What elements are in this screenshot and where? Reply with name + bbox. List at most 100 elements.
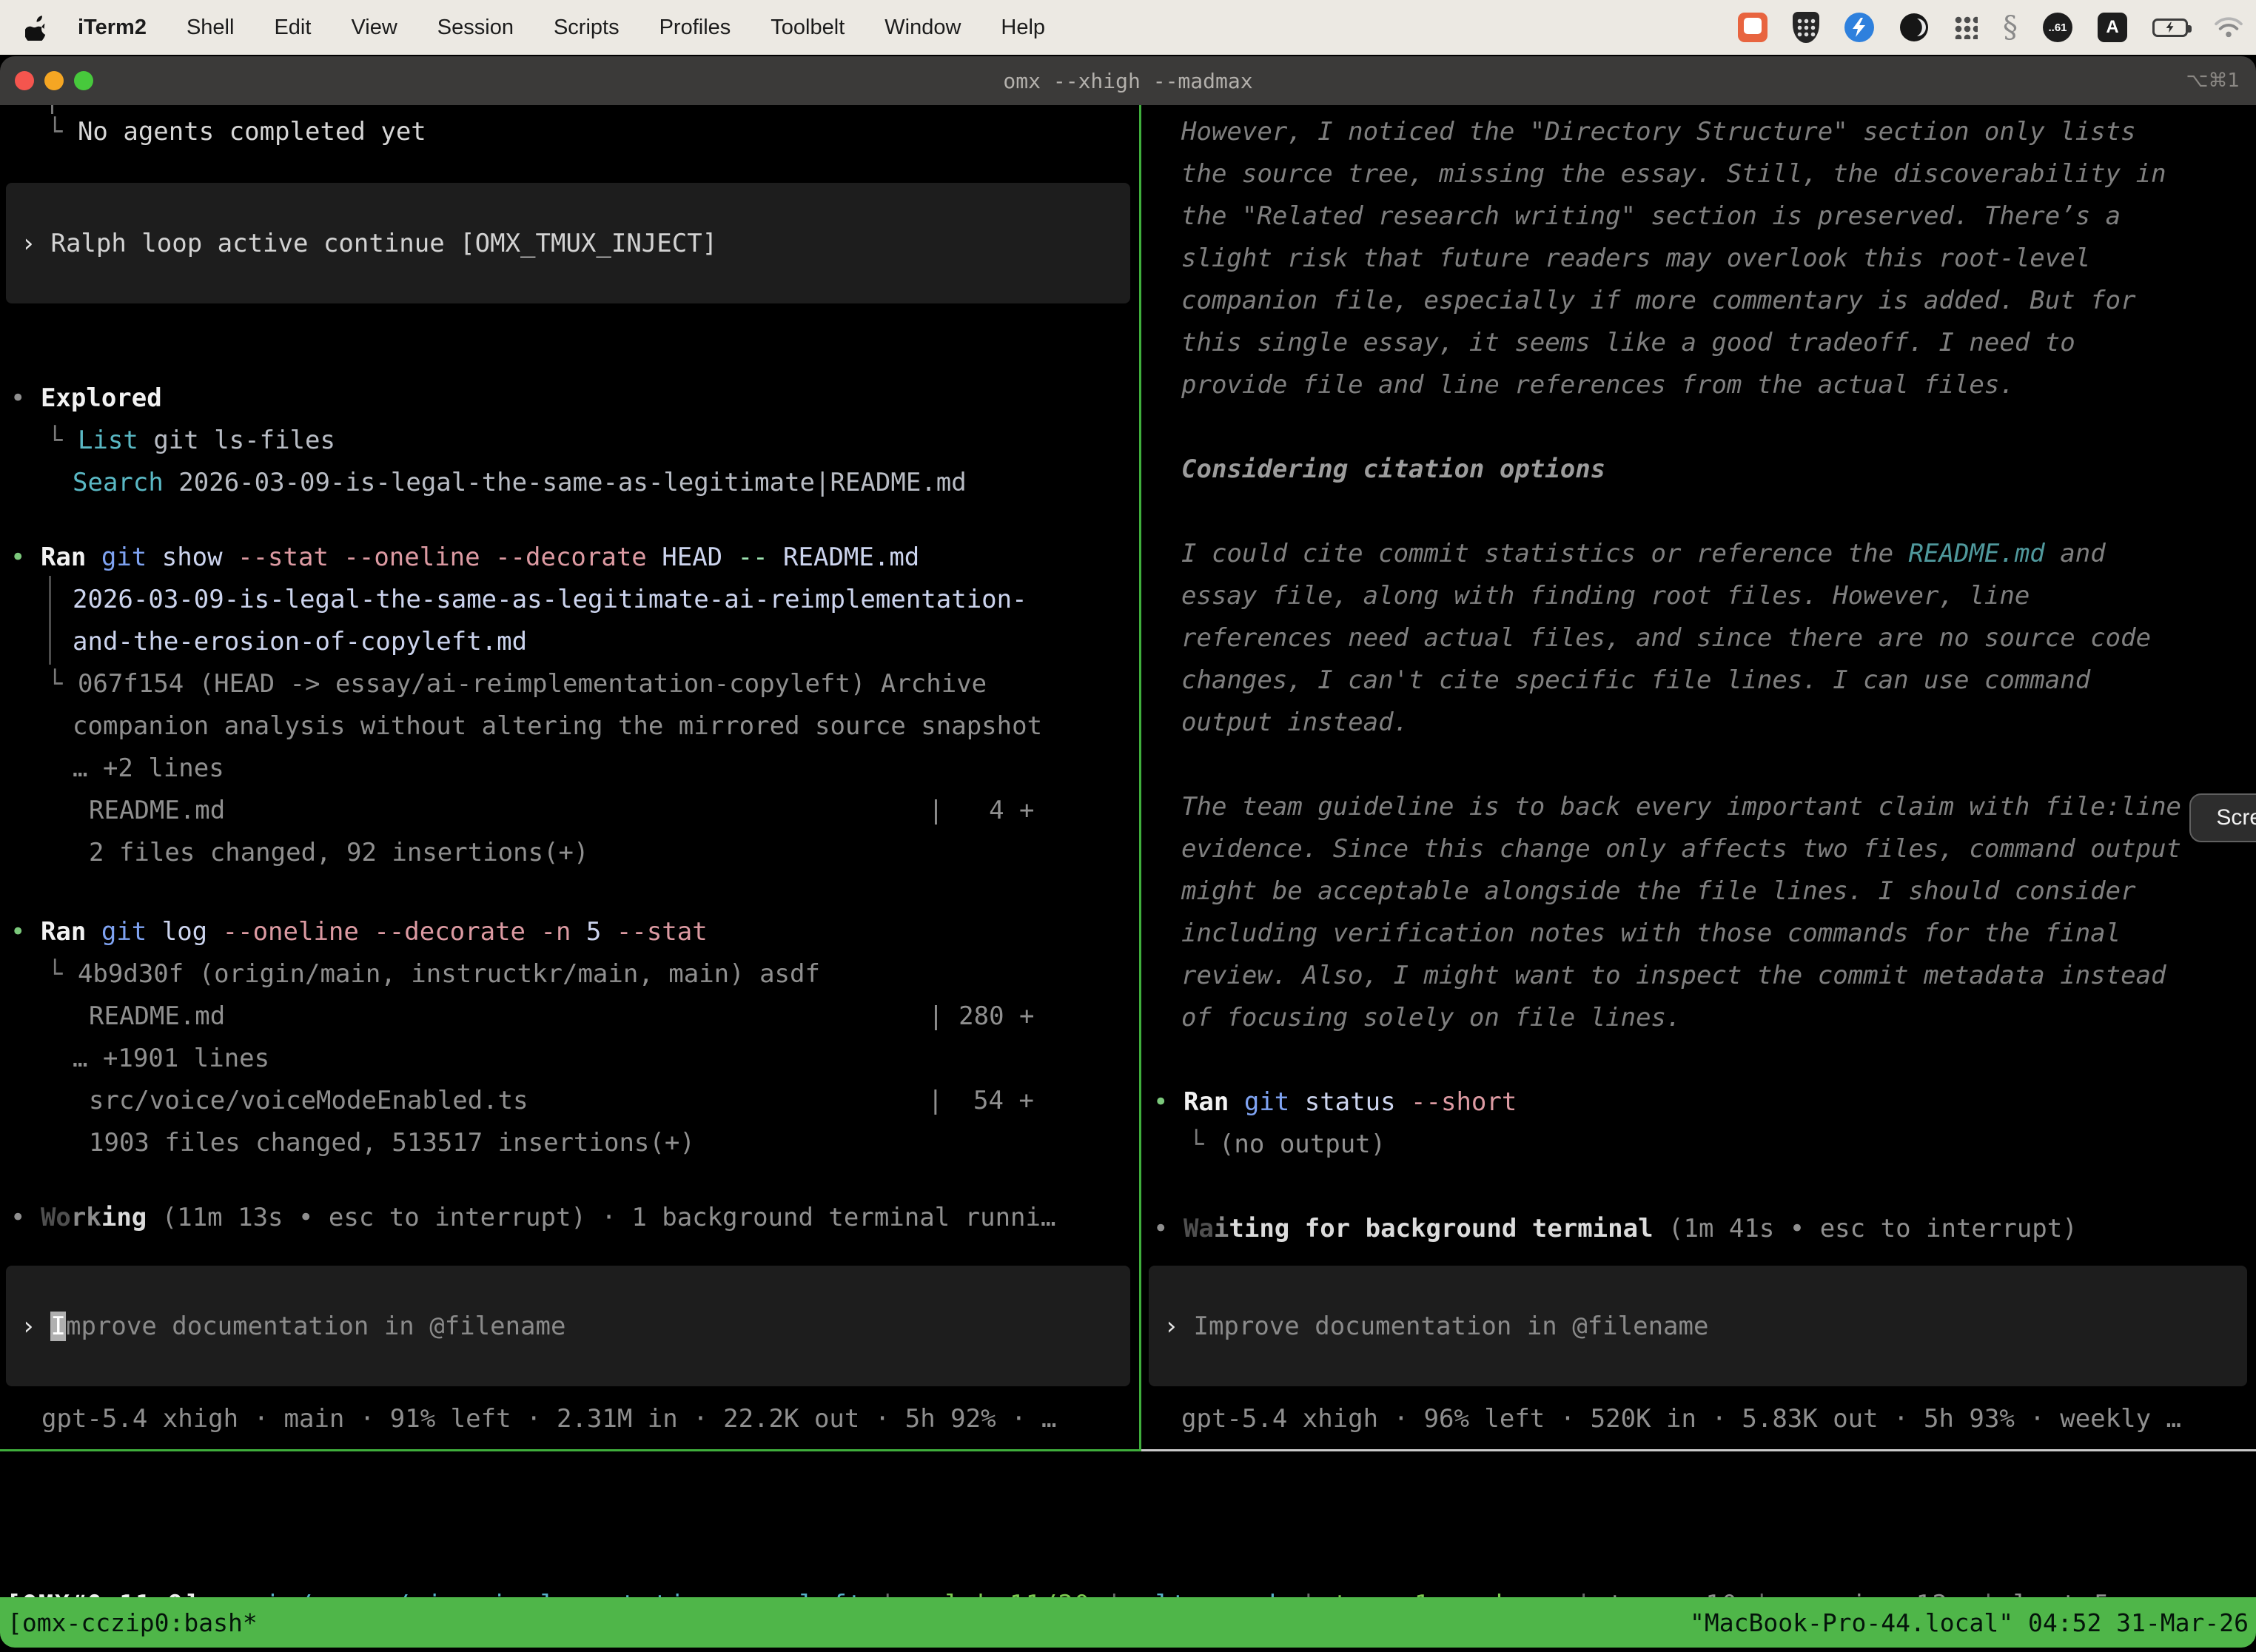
text-segment: essay file, along with finding root file… [1181,581,2030,611]
terminal-line: and-the-erosion-of-copyleft.md [73,621,1139,663]
text-segment: 1903 files changed, 513517 insertions(+) [89,1128,695,1158]
text-segment: src/voice/voiceModeEnabled.ts [89,1086,528,1115]
menu-item-iterm2[interactable]: iTerm2 [58,16,167,39]
terminal-line: companion file, especially if more comme… [1181,280,2256,322]
battery-charging-icon[interactable] [2152,19,2188,37]
text-segment: the "Related research writing" section i… [1181,201,2121,231]
squiggle-icon[interactable]: § [2003,13,2018,42]
text-segment: gpt-5.4 xhigh · 96% left · 520K in · 5.8… [1181,1404,2181,1434]
terminal-line: • Waiting for background terminal (1m 41… [1153,1208,2256,1250]
terminal-line: I could cite commit statistics or refere… [1181,533,2256,575]
text-segment: … +2 lines [73,753,224,783]
text-segment: However, I noticed the "Directory Struct… [1181,117,2136,147]
text-segment: gpt-5.4 xhigh · main · 91% left · 2.31M … [41,1404,1056,1434]
text-segment: I could cite commit statistics or refere… [1181,539,1909,568]
text-segment: Ran [1184,1087,1244,1117]
text-segment: No agents completed yet [78,117,426,147]
prompt-chevron-icon: › [21,1312,36,1341]
menu-item-edit[interactable]: Edit [254,16,331,39]
text-segment: The team guideline is to back every impo… [1181,792,2181,822]
text-segment: ing [101,1203,147,1232]
prompt-input[interactable]: ›Improve documentation in @filename [1149,1266,2247,1386]
text-segment: README.md [89,796,225,825]
menu-item-toolbelt[interactable]: Toolbelt [751,16,865,39]
terminal-line: provide file and line references from th… [1181,364,2256,406]
terminal-line: Search 2026-03-09-is-legal-the-same-as-l… [73,462,1139,504]
text-segment: (11m 13s • esc to interrupt) · 1 backgro… [147,1203,1055,1232]
menu-item-scripts[interactable]: Scripts [534,16,639,39]
text-segment: Wo [41,1203,71,1232]
agent-banner[interactable]: ›Ralph loop active continue [OMX_TMUX_IN… [6,183,1130,303]
terminal-line: However, I noticed the "Directory Struct… [1181,111,2256,153]
text-segment: • [1153,1087,1184,1117]
keyboard-layout-a-icon[interactable]: A [2098,13,2127,42]
apple-logo-icon[interactable] [25,14,47,41]
blue-badge-icon[interactable] [1844,13,1874,42]
terminal-line: review. Also, I might want to inspect th… [1181,955,2256,997]
menu-item-view[interactable]: View [331,16,417,39]
terminal-line: • Ran git log --oneline --decorate -n 5 … [10,911,1139,953]
menu-status-icons: § ..61 A [1738,0,2244,55]
tmux-status-bar: [omx-cczip0:bash* "MacBook-Pro-44.local"… [0,1597,2256,1648]
text-segment: | 54 + [928,1086,1034,1115]
pane-divider[interactable] [1139,105,1141,1449]
terminal-line: 2 files changed, 92 insertions(+) [89,832,1139,874]
prompt-input[interactable]: ›Improve documentation in @filename [6,1266,1130,1386]
moon-circle-icon[interactable] [1899,13,1929,42]
chat-app-icon[interactable] [1738,13,1767,42]
terminal-line: • Ran git status --short [1153,1081,2256,1124]
text-segment: git ls-files [138,426,335,455]
dots-grid-icon[interactable] [1954,16,1978,39]
menu-item-session[interactable]: Session [417,16,534,39]
text-segment: --oneline --decorate [223,917,541,947]
battery-percent-badge[interactable]: ..61 [2043,13,2072,42]
terminal-line: … +1901 lines [73,1038,1139,1080]
text-segment: and [2045,539,2106,568]
text-segment: the source tree, missing the essay. Stil… [1181,159,2166,189]
text-segment: show [162,543,238,572]
text-segment: (no output) [1219,1129,1386,1159]
text-segment: README.md [89,1001,225,1031]
menu-item-shell[interactable]: Shell [167,16,255,39]
text-segment: README.md [1909,539,2045,568]
terminal: └ No agents completed yet ›Ralph loop act… [0,105,2256,1652]
menu-bar: iTerm2ShellEditViewSessionScriptsProfile… [0,0,2256,55]
terminal-line: └ (no output) [1189,1124,2256,1166]
terminal-line: └ No agents completed yet [47,111,1139,153]
menu-item-profiles[interactable]: Profiles [639,16,751,39]
text-segment: | 280 + [928,1001,1034,1031]
text-segment: companion analysis without altering the … [73,711,1042,741]
right-agent-pane[interactable]: However, I noticed the "Directory Struct… [1143,105,2256,1449]
text-segment: git [101,917,162,947]
prompt-chevron-icon: › [21,229,36,258]
terminal-line: └ 4b9d30f (origin/main, instructkr/main,… [47,953,1139,995]
terminal-line: • Explored [10,377,1139,420]
text-segment: Ran [41,543,101,572]
text-segment: README.md [783,543,919,572]
text-segment: └ [47,117,78,147]
text-segment: companion file, especially if more comme… [1181,286,2136,315]
window-title: omx --xhigh --madmax [0,56,2256,105]
shield-grid-icon[interactable] [1793,12,1819,43]
text-segment: └ [1189,1129,1219,1159]
menu-item-help[interactable]: Help [981,16,1065,39]
wifi-icon[interactable] [2213,16,2244,39]
text-segment: references need actual files, and since … [1181,623,2151,653]
right-pane-bottom-border [1141,1449,2256,1451]
text-segment: git [1244,1087,1305,1117]
terminal-line: • Ran git show --stat --oneline --decora… [10,537,1139,579]
text-segment: status [1305,1087,1411,1117]
terminal-line: essay file, along with finding root file… [1181,575,2256,617]
text-segment: including verification notes with those … [1181,919,2121,948]
text-segment: Ran [41,917,101,947]
text-segment: output instead. [1181,708,1409,737]
left-agent-pane[interactable]: └ No agents completed yet ›Ralph loop act… [0,105,1139,1449]
left-pane-bottom-border [0,1449,1141,1451]
text-cursor: I [50,1312,65,1341]
text-segment: log [162,917,223,947]
terminal-line: this single essay, it seems like a good … [1181,322,2256,364]
text-segment: 067f154 (HEAD -> essay/ai-reimplementati… [78,669,987,699]
menu-item-window[interactable]: Window [865,16,981,39]
text-segment: --stat --oneline --decorate [238,543,662,572]
terminal-line: • Working (11m 13s • esc to interrupt) ·… [10,1197,1139,1239]
